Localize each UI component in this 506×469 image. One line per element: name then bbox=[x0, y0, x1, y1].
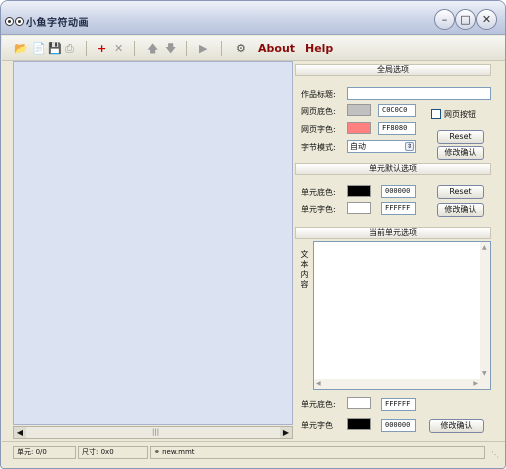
save-icon[interactable]: 💾 bbox=[48, 41, 62, 56]
move-up-icon[interactable]: 🡅 bbox=[147, 41, 158, 56]
unit-default-options-header: 单元默认选项 bbox=[295, 163, 491, 175]
options-panel: 全局选项 作品标题: 网页底色: C0C0C0 网页按钮 网页字色: FF808… bbox=[295, 61, 496, 439]
close-button[interactable]: ✕ bbox=[476, 9, 497, 30]
move-down-icon[interactable]: 🡇 bbox=[165, 41, 176, 56]
window-title: 小鱼字符动画 bbox=[26, 18, 89, 29]
page-bg-color-swatch[interactable] bbox=[347, 104, 371, 116]
default-reset-button[interactable]: Reset bbox=[437, 185, 484, 199]
toolbar-separator bbox=[134, 41, 135, 56]
current-confirm-button[interactable]: 修改确认 bbox=[429, 419, 484, 433]
page-bg-color-input[interactable]: C0C0C0 bbox=[378, 104, 416, 117]
text-content-label: 文本内容 bbox=[300, 250, 309, 289]
text-scroll-left-icon[interactable]: ◀ bbox=[316, 380, 321, 387]
scroll-right-icon[interactable]: ▶ bbox=[280, 427, 292, 438]
unit-default-bg-swatch[interactable] bbox=[347, 185, 371, 197]
text-scroll-right-icon[interactable]: ▶ bbox=[473, 380, 478, 387]
unit-default-bg-label: 单元底色: bbox=[301, 188, 336, 197]
toolbar: 📂 📄 💾 ⎙ + ✕ 🡅 🡇 ▶ ⚙ About Help bbox=[2, 36, 505, 61]
toolbar-separator bbox=[86, 41, 87, 56]
status-bar: 单元: 0/0 尺寸: 0x0 ⚭ new.mmt ⋱ bbox=[2, 441, 505, 468]
unit-default-bg-input[interactable]: 000000 bbox=[381, 185, 416, 198]
filename-value: new.mmt bbox=[162, 448, 195, 456]
new-file-icon[interactable]: 📄 bbox=[32, 41, 46, 56]
unit-default-fg-input[interactable]: FFFFFF bbox=[381, 202, 416, 215]
global-reset-button[interactable]: Reset bbox=[437, 130, 484, 144]
size-field: 尺寸: 0x0 bbox=[78, 446, 148, 459]
minimize-button[interactable]: – bbox=[434, 9, 455, 30]
current-unit-fg-input[interactable]: 000000 bbox=[381, 419, 416, 432]
scroll-grip-icon[interactable]: ||| bbox=[152, 428, 159, 436]
global-confirm-button[interactable]: 修改确认 bbox=[437, 146, 484, 160]
maximize-button[interactable]: □ bbox=[455, 9, 476, 30]
help-menu[interactable]: Help bbox=[305, 42, 333, 55]
current-unit-fg-label: 单元字色 bbox=[301, 421, 333, 430]
unit-default-fg-label: 单元字色: bbox=[301, 205, 336, 214]
toolbar-separator bbox=[221, 41, 222, 56]
size-value: 0x0 bbox=[100, 448, 114, 456]
text-horizontal-scrollbar[interactable]: ◀ ▶ bbox=[314, 379, 480, 389]
encoding-mode-select[interactable]: 自动 ⇕ bbox=[347, 140, 416, 153]
page-bg-color-label: 网页底色: bbox=[301, 107, 336, 116]
title-bar: 小鱼字符动画 – □ ✕ bbox=[1, 1, 505, 35]
window-pin-icon[interactable] bbox=[15, 17, 24, 26]
global-options-header: 全局选项 bbox=[295, 64, 491, 76]
default-confirm-button[interactable]: 修改确认 bbox=[437, 203, 484, 217]
current-unit-fg-swatch[interactable] bbox=[347, 418, 371, 430]
current-unit-bg-label: 单元底色: bbox=[301, 400, 336, 409]
encoding-mode-label: 字节模式: bbox=[301, 143, 336, 152]
page-text-color-input[interactable]: FF8080 bbox=[378, 122, 416, 135]
size-label: 尺寸: bbox=[82, 448, 99, 456]
page-button-label: 网页按钮 bbox=[444, 110, 476, 119]
page-text-color-swatch[interactable] bbox=[347, 122, 371, 134]
unit-default-fg-swatch[interactable] bbox=[347, 202, 371, 214]
add-icon[interactable]: + bbox=[97, 41, 106, 56]
encoding-mode-value: 自动 bbox=[350, 142, 366, 151]
cell-count-label: 单元: bbox=[17, 448, 34, 456]
window-menu-icon[interactable] bbox=[5, 17, 14, 26]
text-content-textarea[interactable]: ▲ ▼ ◀ ▶ bbox=[313, 241, 491, 390]
scroll-left-icon[interactable]: ◀ bbox=[14, 427, 26, 438]
play-icon[interactable]: ▶ bbox=[199, 41, 207, 56]
print-icon[interactable]: ⎙ bbox=[65, 41, 74, 56]
toolbar-separator bbox=[186, 41, 187, 56]
filename-field: ⚭ new.mmt bbox=[150, 446, 485, 459]
animation-canvas[interactable] bbox=[13, 61, 293, 425]
current-unit-bg-input[interactable]: FFFFFF bbox=[381, 398, 416, 411]
about-menu[interactable]: About bbox=[258, 42, 295, 55]
scroll-down-icon[interactable]: ▼ bbox=[482, 370, 487, 377]
horizontal-scrollbar[interactable]: ◀ ||| ▶ bbox=[13, 426, 293, 439]
settings-gear-icon[interactable]: ⚙ bbox=[236, 41, 246, 56]
open-folder-icon[interactable]: 📂 bbox=[14, 41, 28, 56]
disk-icon: ⚭ bbox=[154, 448, 160, 456]
cell-count-field: 单元: 0/0 bbox=[13, 446, 76, 459]
work-title-input[interactable] bbox=[347, 87, 491, 100]
delete-icon[interactable]: ✕ bbox=[114, 41, 123, 56]
resize-grip-icon[interactable]: ⋱ bbox=[491, 450, 499, 459]
work-title-label: 作品标题: bbox=[301, 90, 336, 99]
chevron-updown-icon[interactable]: ⇕ bbox=[405, 142, 414, 151]
vertical-scrollbar[interactable]: ▲ ▼ bbox=[480, 242, 490, 389]
page-button-checkbox[interactable] bbox=[431, 109, 441, 119]
page-text-color-label: 网页字色: bbox=[301, 125, 336, 134]
app-window: 小鱼字符动画 – □ ✕ 📂 📄 💾 ⎙ + ✕ 🡅 🡇 ▶ ⚙ About H… bbox=[0, 0, 506, 469]
scroll-up-icon[interactable]: ▲ bbox=[482, 244, 487, 251]
cell-count-value: 0/0 bbox=[35, 448, 47, 456]
current-unit-bg-swatch[interactable] bbox=[347, 397, 371, 409]
current-unit-options-header: 当前单元选项 bbox=[295, 227, 491, 239]
